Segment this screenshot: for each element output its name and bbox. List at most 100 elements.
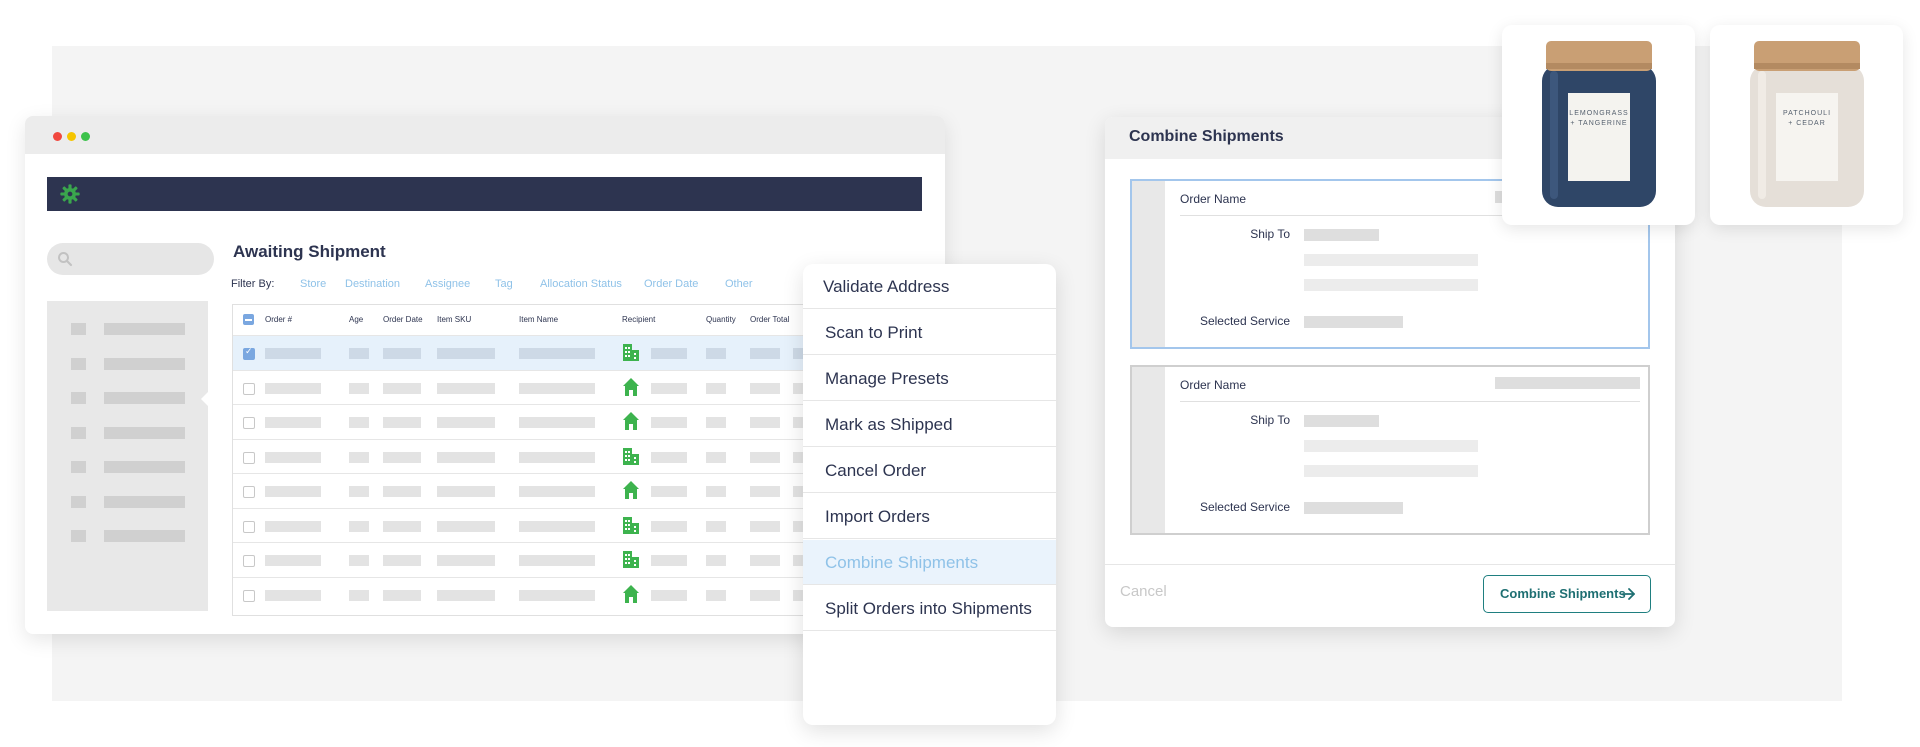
table-cell-placeholder [519,417,595,428]
table-cell-placeholder [349,589,369,601]
table-cell-placeholder [349,451,369,463]
table-cell-placeholder [265,382,321,394]
column-header[interactable]: Recipient [622,315,655,324]
sidebar-active-notch [201,391,209,407]
page-title: Awaiting Shipment [233,242,386,261]
actions-menu: Validate Address Scan to Print Manage Pr… [803,264,1056,725]
divider [1180,401,1640,402]
product-label-line: + TANGERINE [1570,120,1627,127]
menu-item-manage-presets[interactable]: Manage Presets [803,356,1056,401]
house-icon [622,377,640,397]
shipment-card[interactable]: Order Name Ship To Selected Service [1130,365,1650,535]
ship-to-line [1304,254,1478,266]
menu-item-cancel-order[interactable]: Cancel Order [803,448,1056,493]
product-label-line: PATCHOULI [1783,110,1831,117]
gear-logo-icon[interactable] [59,183,81,205]
table-cell-placeholder [706,417,726,428]
app-header [47,177,922,211]
order-name-label: Order Name [1180,378,1247,392]
row-checkbox[interactable] [243,347,255,360]
row-checkbox[interactable] [243,382,255,395]
filter-destination[interactable]: Destination [345,278,400,290]
table-cell-placeholder [706,382,726,394]
ship-to-label: Ship To [1250,413,1290,427]
table-cell-placeholder [437,348,495,359]
table-cell-placeholder [651,520,687,532]
house-icon [622,411,640,431]
product-card: PATCHOULI + CEDAR [1710,25,1903,225]
selected-service-label: Selected Service [1199,314,1290,328]
table-cell-placeholder [651,348,687,359]
filter-other[interactable]: Other [725,278,753,290]
search-input[interactable] [47,243,214,275]
table-cell-placeholder [706,451,726,463]
table-cell-placeholder [519,382,595,394]
minimize-window-button[interactable] [67,132,76,141]
ship-to-line [1304,415,1379,427]
row-checkbox[interactable] [243,486,255,498]
table-cell-placeholder [437,486,495,497]
menu-item-mark-as-shipped[interactable]: Mark as Shipped [803,402,1056,447]
candle-jar-image: LEMONGRASS + TANGERINE [1542,41,1656,207]
filter-store[interactable]: Store [300,278,326,290]
table-cell-placeholder [383,382,421,394]
table-cell-placeholder [349,417,369,428]
table-cell-placeholder [383,417,421,428]
maximize-window-button[interactable] [81,132,90,141]
table-cell-placeholder [265,451,321,463]
product-label-line: LEMONGRASS [1569,110,1628,117]
table-cell-placeholder [750,486,780,497]
row-checkbox[interactable] [243,520,255,533]
combine-shipments-label: Combine Shipments [1500,586,1626,601]
row-checkbox[interactable] [243,555,255,567]
filter-allocation-status[interactable]: Allocation Status [540,278,622,290]
table-cell-placeholder [265,417,321,428]
table-cell-placeholder [750,589,780,601]
cancel-button[interactable]: Cancel [1120,583,1167,600]
column-header[interactable]: Item SKU [437,315,471,324]
table-cell-placeholder [706,486,726,497]
filter-order-date[interactable]: Order Date [644,278,698,290]
menu-item-combine-shipments[interactable]: Combine Shipments [803,540,1056,585]
menu-item-scan-to-print[interactable]: Scan to Print [803,310,1056,355]
building-icon [622,342,640,362]
table-cell-placeholder [383,451,421,463]
house-icon [622,584,640,604]
table-cell-placeholder [265,555,321,566]
building-icon [622,446,640,466]
menu-item-split-orders[interactable]: Split Orders into Shipments [803,586,1056,631]
table-cell-placeholder [265,486,321,497]
table-cell-placeholder [651,451,687,463]
select-all-checkbox[interactable] [243,314,254,325]
column-header[interactable]: Age [349,315,363,324]
filter-assignee[interactable]: Assignee [425,278,470,290]
column-header[interactable]: Order Date [383,315,423,324]
search-icon [58,252,73,267]
column-header[interactable]: Quantity [706,315,736,324]
menu-item-import-orders[interactable]: Import Orders [803,494,1056,539]
close-window-button[interactable] [53,132,62,141]
ship-to-label: Ship To [1250,227,1290,241]
column-header[interactable]: Order Total [750,315,789,324]
combine-shipments-button[interactable]: Combine Shipments [1483,575,1651,613]
building-icon [622,549,640,569]
row-checkbox[interactable] [243,589,255,602]
menu-item-validate-address[interactable]: Validate Address [803,264,1056,309]
table-cell-placeholder [349,348,369,359]
table-cell-placeholder [651,382,687,394]
table-cell-placeholder [651,417,687,428]
ship-to-line [1304,279,1478,291]
filter-tag[interactable]: Tag [495,278,513,290]
table-cell-placeholder [706,520,726,532]
order-name-value [1495,377,1640,389]
row-checkbox[interactable] [243,451,255,464]
card-strip [1132,367,1165,533]
selected-service-value [1304,502,1403,514]
row-checkbox[interactable] [243,417,255,429]
column-header[interactable]: Order # [265,315,292,324]
column-header[interactable]: Item Name [519,315,558,324]
table-cell-placeholder [265,589,321,601]
table-cell-placeholder [651,555,687,566]
filter-label: Filter By: [231,278,275,290]
table-cell-placeholder [706,589,726,601]
